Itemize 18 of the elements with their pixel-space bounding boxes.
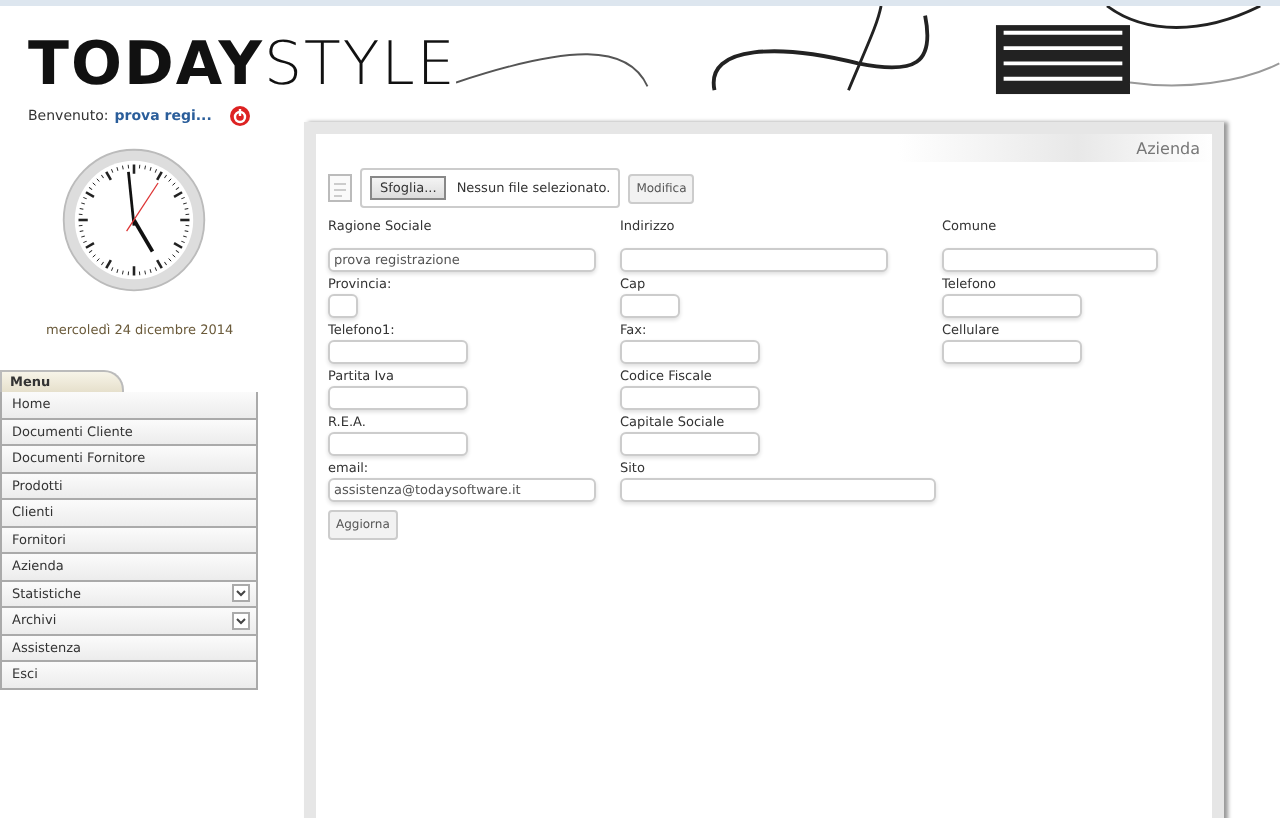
input-field[interactable] (328, 294, 358, 318)
input-field[interactable] (942, 248, 1158, 272)
chevron-icon[interactable] (232, 584, 250, 603)
document-icon (328, 174, 352, 202)
input-field[interactable] (328, 340, 468, 364)
input-field[interactable] (620, 340, 760, 364)
input-field[interactable] (620, 294, 680, 318)
chevron-icon[interactable] (232, 611, 250, 630)
input-field[interactable] (942, 294, 1082, 318)
logo: TODAYSTYLE (28, 36, 457, 96)
input-field[interactable] (620, 432, 760, 456)
input-field[interactable] (620, 248, 888, 272)
input-field[interactable] (620, 478, 936, 502)
input-field[interactable] (942, 340, 1082, 364)
input-field[interactable] (328, 432, 468, 456)
input-field[interactable] (620, 386, 760, 410)
input-field[interactable] (328, 386, 468, 410)
logout-icon[interactable] (229, 106, 250, 126)
